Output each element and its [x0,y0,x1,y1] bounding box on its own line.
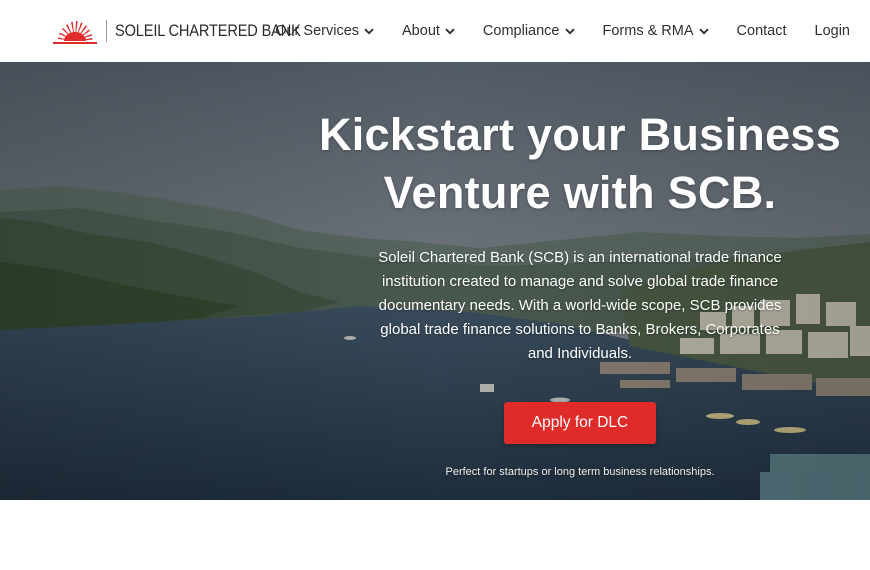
hero-section: Kickstart your Business Venture with SCB… [0,62,870,500]
brand-name: SOLEIL CHARTERED BANK [115,21,301,40]
chevron-down-icon [564,28,575,35]
nav-forms-rma[interactable]: Forms & RMA [603,23,709,39]
nav-label: Compliance [482,23,560,39]
nav-login[interactable]: Login [815,23,850,39]
hero-headline: Kickstart your Business Venture with SCB… [290,106,870,222]
nav-label: Login [814,23,850,39]
site-header: SOLEIL CHARTERED BANK Our Services About… [0,0,870,62]
nav-contact[interactable]: Contact [737,23,787,39]
cta-note: Perfect for startups or long term busine… [445,466,715,478]
nav-about[interactable]: About [402,23,455,39]
headline-line-1: Kickstart your Business [318,109,842,160]
nav-label: Our Services [275,23,360,39]
hero-content: Kickstart your Business Venture with SCB… [290,106,870,478]
nav-label: Contact [736,23,787,39]
apply-for-dlc-button[interactable]: Apply for DLC [503,402,657,444]
main-nav: Our Services About Compliance Forms & RM… [275,0,850,62]
nav-compliance[interactable]: Compliance [483,23,575,39]
headline-line-2: Venture with SCB. [383,167,777,218]
chevron-down-icon [698,28,709,35]
nav-label: About [402,23,440,39]
logo-divider [106,20,107,42]
nav-label: Forms & RMA [602,23,694,39]
chevron-down-icon [445,28,455,35]
nav-our-services[interactable]: Our Services [275,23,374,39]
hero-description: Soleil Chartered Bank (SCB) is an intern… [378,249,782,362]
chevron-down-icon [364,28,374,35]
sunburst-logo-icon [53,21,97,44]
